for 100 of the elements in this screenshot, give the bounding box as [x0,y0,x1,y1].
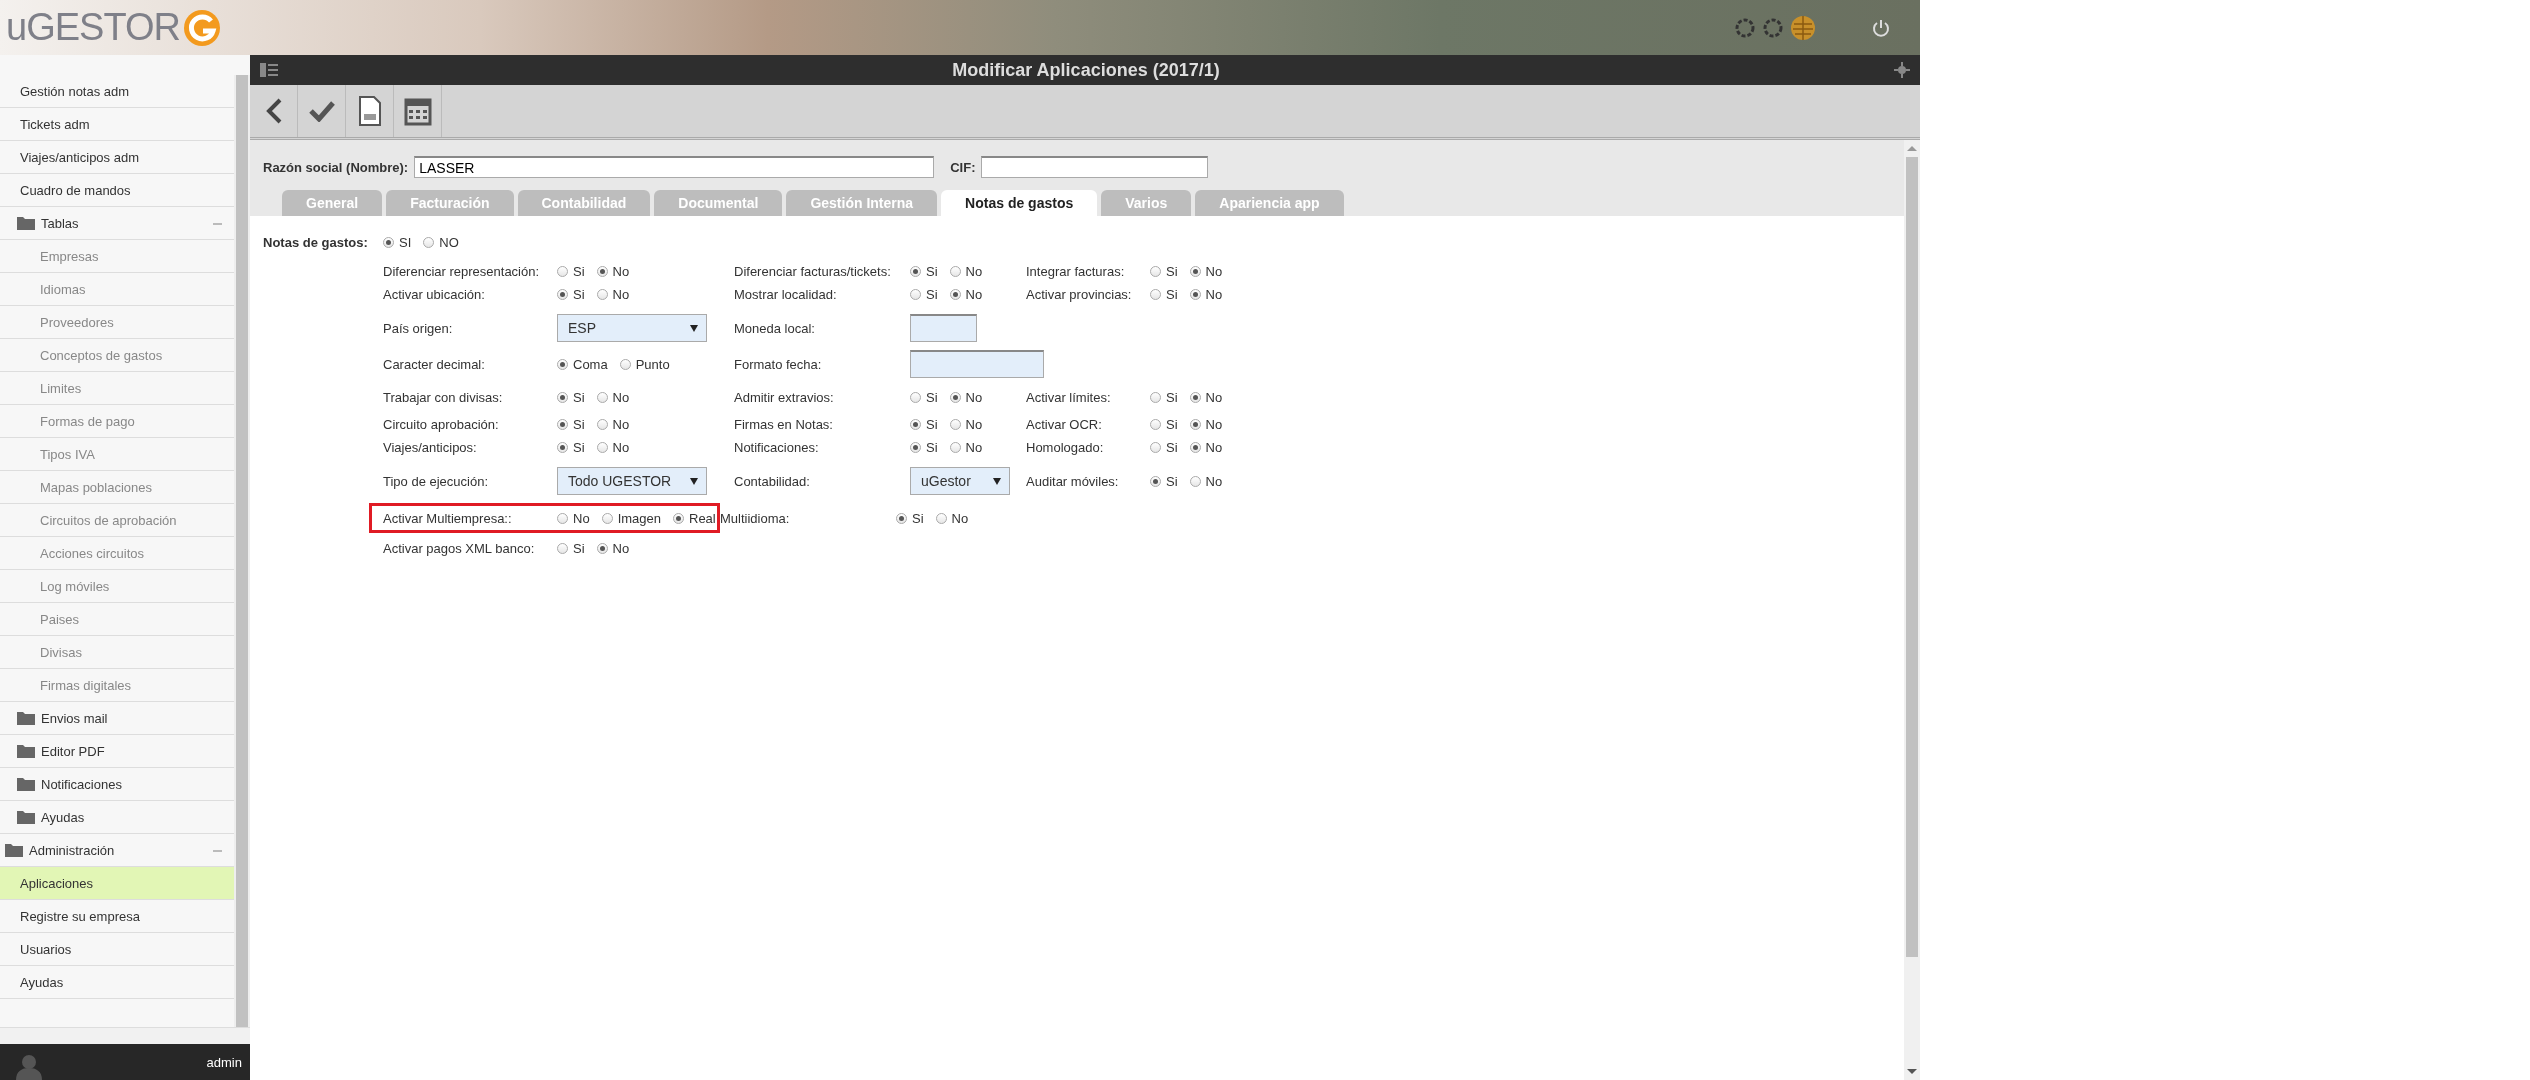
radio-option[interactable]: Si [1150,473,1178,489]
field-label: Admitir extravios: [734,390,835,405]
sidebar-folder[interactable]: Notificaciones [0,768,234,801]
cif-field[interactable] [981,156,1209,178]
radio-option[interactable]: SI [383,234,412,250]
ring-icon[interactable] [1734,16,1756,39]
globe-icon[interactable] [1790,14,1816,41]
radio-option[interactable]: Si [1150,264,1178,279]
logo-text: uGESTOR [6,6,180,49]
sidebar-item[interactable]: Aplicaciones [0,867,234,900]
dropdown[interactable]: ESP [557,314,707,342]
radio-option[interactable]: No [1189,473,1223,489]
field-label: Circuito aprobación: [383,417,500,432]
field-label: Activar límites: [1026,390,1112,405]
radio-option[interactable]: Si [910,287,938,302]
radio-option[interactable]: No [949,264,983,279]
folder-label: Tablas [41,215,79,231]
radio-option[interactable]: Si [910,417,938,432]
radio-option[interactable]: No [596,390,630,405]
radio-option[interactable]: No [949,440,983,455]
radio-option[interactable]: Si [910,390,938,405]
radio-option[interactable]: Si [910,264,938,279]
field-label: Activar OCR: [1026,417,1103,432]
radio-option[interactable]: Real [673,510,716,526]
radio-option[interactable]: Coma [557,356,608,372]
avatar-silhouette-icon [14,1054,44,1080]
sidebar-folder[interactable]: Ayudas [0,801,234,834]
sidebar-folder[interactable]: Tablas [0,207,234,240]
radio-option[interactable]: No [949,417,983,432]
field-label: Activar pagos XML banco: [383,541,536,556]
radio-option[interactable]: Si [557,390,585,405]
radio-option[interactable]: No [596,287,630,302]
folder-icon [5,843,23,857]
scrollbar[interactable] [234,75,250,1027]
sidebar-folder[interactable]: Editor PDF [0,735,234,768]
folder-icon [17,744,35,758]
radio-option[interactable]: Si [896,510,924,526]
field-label: Caracter decimal: [383,356,486,372]
radio-option[interactable]: No [1189,417,1223,432]
field-label: Tipo de ejecución: [383,473,490,489]
field-label: Multiidioma: [720,510,791,526]
window-title: Modificar Aplicaciones (2017/1) [952,59,1220,81]
radio-option[interactable]: No [949,287,983,302]
radio-option[interactable]: Si [557,417,585,432]
radio-option[interactable]: Si [557,440,585,455]
radio-option[interactable]: Si [557,287,585,302]
radio-option[interactable]: No [557,510,590,526]
radio-option[interactable]: Si [1150,417,1178,432]
radio-option[interactable]: No [596,440,630,455]
folder-icon [17,777,35,791]
radio-option[interactable]: Imagen [601,510,661,526]
field-label: Razón social (Nombre): [263,159,409,175]
settings-icon[interactable] [1894,62,1910,78]
field-label: Notas de gastos: [263,234,369,250]
radio-option[interactable]: No [935,510,969,526]
scrollbar[interactable] [1904,140,1920,1080]
radio-option[interactable]: No [949,390,983,405]
sidebar-toggle-icon[interactable] [260,63,278,77]
field-label: Homologado: [1026,440,1105,455]
field-label: Moneda local: [734,320,816,336]
ring-icon[interactable] [1762,16,1784,39]
radio-option[interactable]: No [596,541,630,556]
field-label: País origen: [383,320,454,336]
field-label: Notificaciones: [734,440,820,455]
logo-swirl-icon [181,7,222,48]
input-field[interactable] [910,350,1044,378]
radio-option[interactable]: No [1189,264,1223,279]
radio-option[interactable]: Si [910,440,938,455]
folder-icon [17,216,35,230]
dropdown[interactable]: Todo UGESTOR [557,467,707,495]
folder-label: Administración [29,842,115,858]
radio-option[interactable]: No [596,264,630,279]
power-icon[interactable] [1872,18,1890,37]
radio-option[interactable]: Punto [619,356,670,372]
field-label: CIF: [950,159,976,175]
pdf-file-icon [357,96,382,126]
radio-option[interactable]: Si [1150,287,1178,302]
tab[interactable]: Notas de gastos [941,190,1098,216]
field-label: Activar Multiempresa:: [383,510,513,526]
radio-option[interactable]: Si [557,264,585,279]
radio-option[interactable]: NO [423,234,459,250]
radio-option[interactable]: No [1189,287,1223,302]
dropdown[interactable]: uGestor [910,467,1010,495]
horizontal-scrollbar[interactable] [0,1027,250,1044]
company-name-field[interactable]: LASSER [414,156,935,178]
radio-option[interactable]: No [1189,440,1223,455]
field-label: Formato fecha: [734,356,823,372]
folder-label: Ayudas [41,809,85,825]
caret-icon [690,477,698,485]
radio-option[interactable]: Si [1150,390,1178,405]
radio-option[interactable]: No [596,417,630,432]
sidebar-folder[interactable]: Envios mail [0,702,234,735]
radio-option[interactable]: Si [557,541,585,556]
caret-icon [993,477,1001,485]
input-field[interactable] [910,314,977,342]
radio-option[interactable]: Si [1150,440,1178,455]
folder-icon [17,810,35,824]
user-name: admin [206,1054,242,1070]
folder-label: Envios mail [41,710,108,726]
radio-option[interactable]: No [1189,390,1223,405]
